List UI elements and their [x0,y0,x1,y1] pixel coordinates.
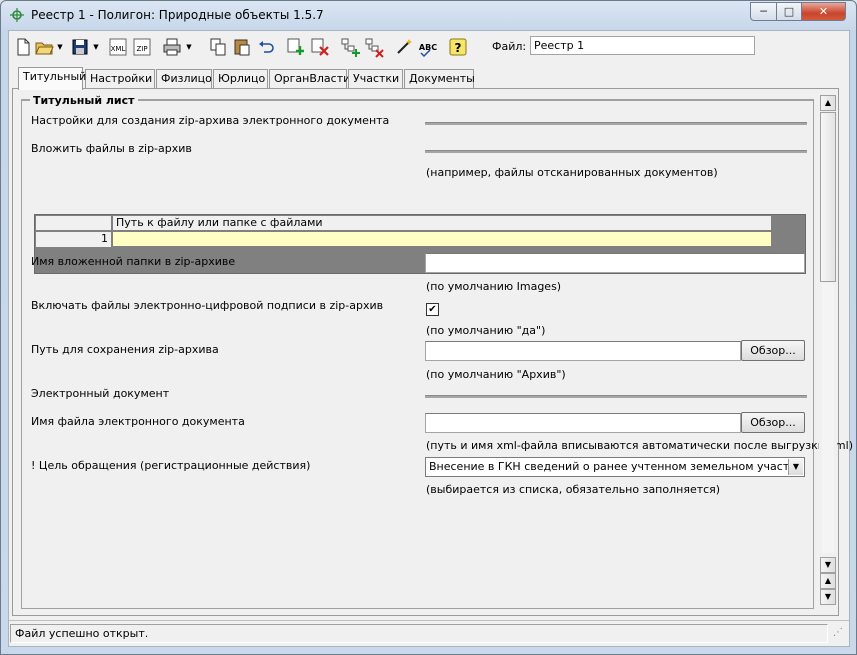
edoc-label: Электронный документ [31,387,170,400]
toolbar: ▼ ▼ XML ZIP ▼ ABC ? Файл: Реестр 1 [9,31,849,63]
attach-files-hint: (например, файлы отсканированных докумен… [426,166,718,179]
svg-text:?: ? [455,41,462,55]
grid-row-number[interactable]: 1 [36,232,112,247]
status-message: Файл успешно открыт. [10,624,828,643]
scroll-up-icon[interactable]: ▲ [820,95,836,111]
add-node-icon[interactable] [339,36,361,58]
edoc-filename-label: Имя файла электронного документа [31,415,245,428]
purpose-selected-value: Внесение в ГКН сведений о ранее учтенном… [429,460,803,473]
zip-icon-text: ZIP [136,45,147,53]
save-path-input[interactable] [425,341,741,361]
scroll-down-icon[interactable]: ▼ [820,589,836,605]
title-tab-panel: Титульный лист Настройки для создания zi… [12,88,853,616]
purpose-hint: (выбирается из списка, обязательно запол… [426,483,721,496]
xml-icon-text: XML [111,45,126,53]
grid-corner [36,216,112,231]
include-signature-checkbox[interactable]: ✔ [426,303,439,316]
separator [425,395,807,398]
wand-icon[interactable] [393,36,415,58]
tab-individual[interactable]: Физлицо [156,69,212,89]
print-dropdown-icon[interactable]: ▼ [184,36,194,58]
zip-settings-label: Настройки для создания zip-архива электр… [31,114,390,127]
include-signature-label: Включать файлы электронно-цифровой подпи… [31,299,384,312]
status-bar: Файл успешно открыт. ⋰ [9,620,849,645]
purpose-select[interactable]: Внесение в ГКН сведений о ранее учтенном… [425,457,805,477]
grid-column-header[interactable]: Путь к файлу или папке с файлами [113,216,771,231]
paste-icon[interactable] [231,36,253,58]
undo-icon[interactable] [255,36,277,58]
abc-icon-text: ABC [419,43,437,52]
app-icon [9,7,25,23]
close-button[interactable]: ✕ [801,2,846,21]
maximize-button[interactable]: □ [776,2,802,21]
tab-settings[interactable]: Настройки [85,69,155,89]
new-file-icon[interactable] [12,36,34,58]
save-dropdown-icon[interactable]: ▼ [91,36,101,58]
save-icon[interactable] [69,36,91,58]
tab-parcels[interactable]: Участки [348,69,403,89]
include-signature-hint: (по умолчанию "да") [426,324,546,337]
chevron-down-icon[interactable]: ▼ [788,459,803,475]
group-title: Титульный лист [30,94,138,107]
nested-folder-label: Имя вложенной папки в zip-архиве [31,255,236,268]
tab-documents[interactable]: Документы [404,69,475,89]
app-window: Реестр 1 - Полигон: Природные объекты 1.… [0,0,857,655]
minimize-button[interactable]: ─ [750,2,777,21]
separator [425,122,807,125]
title-bar[interactable]: Реестр 1 - Полигон: Природные объекты 1.… [1,1,856,29]
vertical-scrollbar[interactable]: ▲ ▼ ▲ ▼ [819,95,837,607]
add-row-icon[interactable] [285,36,307,58]
scroll-up-icon[interactable]: ▲ [820,573,836,589]
client-area: ▼ ▼ XML ZIP ▼ ABC ? Файл: Реестр 1 Титул… [8,30,853,647]
grid-path-cell[interactable] [113,232,771,247]
nested-folder-hint: (по умолчанию Images) [426,280,562,293]
print-icon[interactable] [161,36,183,58]
resize-grip-icon[interactable]: ⋰ [833,627,847,643]
separator [425,150,807,153]
scrollbar-thumb[interactable] [820,112,836,282]
delete-node-icon[interactable] [363,36,385,58]
scroll-down-icon[interactable]: ▼ [820,557,836,573]
delete-row-icon[interactable] [309,36,331,58]
save-path-label: Путь для сохранения zip-архива [31,343,219,356]
open-dropdown-icon[interactable]: ▼ [55,36,65,58]
purpose-label: ! Цель обращения (регистрационные действ… [31,459,311,472]
nested-folder-input[interactable] [425,253,805,273]
open-folder-icon[interactable] [33,36,55,58]
edoc-filename-hint: (путь и имя xml-файла вписываются автома… [426,439,853,452]
file-label: Файл: [492,40,527,53]
copy-icon[interactable] [207,36,229,58]
window-title: Реестр 1 - Полигон: Природные объекты 1.… [31,8,324,22]
export-xml-icon[interactable]: XML [107,36,129,58]
tab-title[interactable]: Титульный [18,67,86,90]
help-icon[interactable]: ? [447,36,469,58]
scrollbar-track[interactable] [822,283,834,553]
export-zip-icon[interactable]: ZIP [131,36,153,58]
file-name-field[interactable]: Реестр 1 [530,36,755,55]
edoc-filename-input[interactable] [425,413,741,433]
tab-legal-entity[interactable]: Юрлицо [213,69,268,89]
attach-files-label: Вложить файлы в zip-архив [31,142,192,155]
tab-authority[interactable]: ОрганВласти [269,69,350,89]
save-path-hint: (по умолчанию "Архив") [426,368,566,381]
spellcheck-icon[interactable]: ABC [417,36,439,58]
save-path-browse-button[interactable]: Обзор... [741,340,805,361]
edoc-browse-button[interactable]: Обзор... [741,412,805,433]
